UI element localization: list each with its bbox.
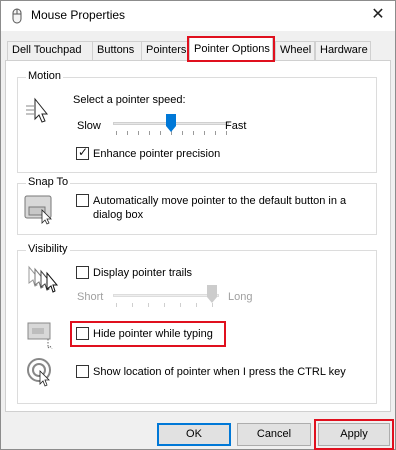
- slider-tick: [138, 131, 139, 135]
- slider-tick: [132, 303, 133, 307]
- mouse-properties-window: Mouse Properties ✕ Dell Touchpad Buttons…: [0, 0, 396, 450]
- tab-dell-touchpad[interactable]: Dell Touchpad: [7, 41, 93, 60]
- snap-to-icon: [24, 195, 52, 225]
- pointer-speed-icon: [26, 97, 49, 123]
- long-label: Long: [228, 291, 253, 303]
- slider-tick: [164, 303, 165, 307]
- tab-pointers[interactable]: Pointers: [141, 41, 188, 60]
- pointer-trails-slider[interactable]: [113, 294, 219, 297]
- show-location-label: Show location of pointer when I press th…: [93, 366, 346, 378]
- slider-tick: [193, 131, 194, 135]
- slider-tick: [160, 131, 161, 135]
- slider-tick: [212, 303, 213, 307]
- pointer-trails-icon: [28, 265, 59, 293]
- slider-tick: [148, 303, 149, 307]
- fast-label: Fast: [225, 120, 247, 132]
- pointer-trails-label: Display pointer trails: [93, 267, 193, 279]
- slider-tick: [116, 131, 117, 135]
- speed-slider-thumb[interactable]: [166, 114, 176, 132]
- tab-pointer-options[interactable]: Pointer Options: [187, 36, 275, 62]
- close-icon: ✕: [371, 6, 385, 23]
- show-location-checkbox[interactable]: [76, 365, 89, 378]
- show-location-icon: [27, 358, 51, 387]
- tab-wheel[interactable]: Wheel: [275, 41, 315, 60]
- short-label: Short: [77, 291, 104, 303]
- mouse-icon: [12, 8, 22, 24]
- pointer-trails-checkbox[interactable]: [76, 266, 89, 279]
- pointer-speed-label: Select a pointer speed:: [73, 94, 186, 106]
- tab-buttons[interactable]: Buttons: [92, 41, 142, 60]
- trails-slider-thumb[interactable]: [207, 285, 217, 303]
- enhance-precision-checkbox[interactable]: [76, 145, 89, 160]
- snap-to-checkbox[interactable]: [76, 194, 89, 207]
- visibility-group: Visibility Display pointer trails Short …: [17, 243, 377, 404]
- slider-tick: [182, 131, 183, 135]
- slider-tick: [196, 303, 197, 307]
- close-button[interactable]: ✕: [363, 1, 393, 29]
- apply-button[interactable]: Apply: [314, 419, 394, 450]
- slider-tick: [204, 131, 205, 135]
- window-title: Mouse Properties: [31, 8, 126, 22]
- tab-strip: Dell Touchpad Buttons Pointers Pointer O…: [5, 36, 391, 62]
- slider-tick: [149, 131, 150, 135]
- snap-to-label-line2: dialog box: [93, 209, 144, 221]
- snap-to-group: Snap To Automatically move pointer to th…: [17, 176, 377, 235]
- enhance-precision-label: Enhance pointer precision: [93, 148, 221, 160]
- slider-tick: [116, 303, 117, 307]
- slider-tick: [127, 131, 128, 135]
- hide-pointer-icon: [27, 322, 53, 349]
- pointer-options-panel: Motion Select a pointer speed: Slow Fast…: [5, 60, 391, 412]
- slider-tick: [215, 131, 216, 135]
- slow-label: Slow: [77, 120, 101, 132]
- tab-hardware[interactable]: Hardware: [315, 41, 371, 60]
- slider-tick: [180, 303, 181, 307]
- cancel-button[interactable]: Cancel: [237, 423, 311, 446]
- title-bar: Mouse Properties ✕: [1, 1, 395, 31]
- snap-to-group-title: Snap To: [26, 176, 71, 188]
- motion-group: Motion Select a pointer speed: Slow Fast…: [17, 70, 377, 173]
- hide-pointer-highlight: [70, 321, 226, 347]
- snap-to-label-line1: Automatically move pointer to the defaul…: [93, 195, 347, 207]
- motion-group-title: Motion: [26, 70, 64, 82]
- visibility-group-title: Visibility: [26, 243, 70, 255]
- ok-button[interactable]: OK: [157, 423, 231, 446]
